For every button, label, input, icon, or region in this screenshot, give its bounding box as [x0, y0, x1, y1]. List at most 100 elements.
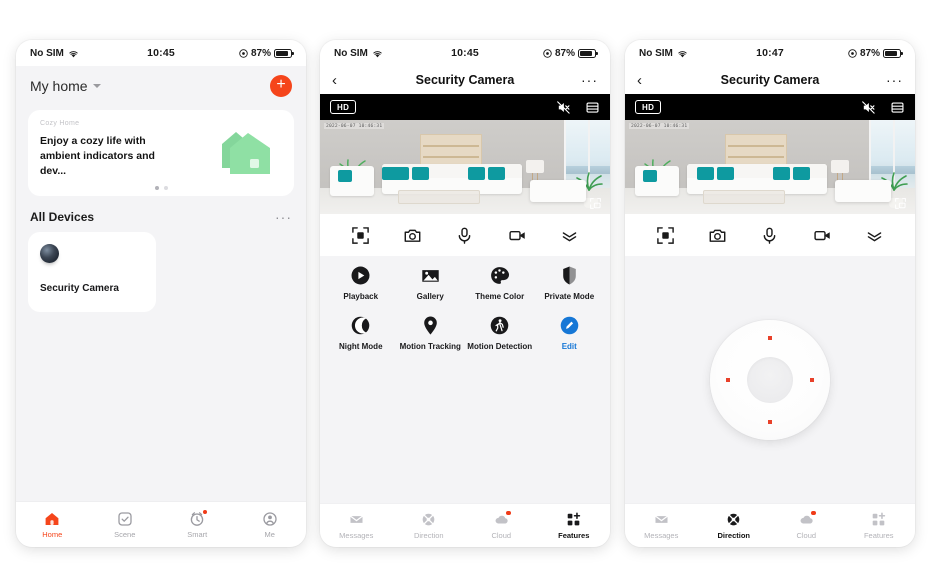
status-time: 10:47: [756, 47, 784, 59]
feature-gallery[interactable]: Gallery: [396, 264, 466, 302]
tab-smart[interactable]: Smart: [161, 502, 234, 547]
location-icon: [239, 48, 248, 58]
feature-private-mode[interactable]: Private Mode: [535, 264, 605, 302]
home-selector[interactable]: My home: [30, 78, 101, 94]
carousel-dot-active[interactable]: [154, 186, 159, 190]
microphone-icon[interactable]: [455, 226, 474, 245]
tab-cloud[interactable]: Cloud: [465, 504, 538, 547]
split-layout-icon[interactable]: [585, 100, 600, 115]
tab-messages[interactable]: Messages: [625, 504, 698, 547]
status-bar: No SIM 10:45 87%: [320, 40, 610, 66]
feature-label: Edit: [561, 342, 577, 352]
tab-features[interactable]: Features: [538, 504, 611, 547]
smart-icon: [189, 509, 208, 527]
pan-right-button[interactable]: [810, 377, 814, 382]
tab-messages[interactable]: Messages: [320, 504, 393, 547]
wifi-icon: [69, 50, 78, 57]
camera-tab-bar: Messages Direction Cloud Features: [625, 503, 915, 547]
scene-ottoman: [530, 180, 586, 202]
quality-badge[interactable]: HD: [330, 100, 357, 114]
feature-edit[interactable]: Edit: [535, 314, 605, 352]
record-video-icon[interactable]: [813, 226, 832, 245]
picture-in-picture-icon[interactable]: [589, 197, 602, 210]
scene-icon: [117, 511, 133, 527]
video-player[interactable]: HD 2022-06-07 10:46:31: [320, 94, 610, 214]
split-layout-icon[interactable]: [890, 100, 905, 115]
collapse-chevron-icon[interactable]: [865, 226, 884, 245]
play-circle-icon: [350, 264, 372, 286]
quality-badge[interactable]: HD: [635, 100, 662, 114]
tab-home[interactable]: Home: [16, 502, 89, 547]
feature-motion-detection[interactable]: Motion Detection: [465, 314, 535, 352]
wifi-icon: [678, 50, 687, 57]
direction-icon: [421, 512, 436, 527]
microphone-icon[interactable]: [760, 226, 779, 245]
status-left: No SIM: [334, 48, 420, 59]
battery-icon: [273, 48, 294, 58]
pencil-edit-icon: [558, 314, 580, 336]
tab-me[interactable]: Me: [234, 502, 307, 547]
camera-nav-bar: ‹ Security Camera ···: [320, 66, 610, 94]
speaker-muted-icon[interactable]: [861, 100, 876, 115]
camera-live-scene: 2022-06-07 10:46:31: [320, 120, 610, 214]
grid-icon: [566, 512, 581, 527]
more-options-button[interactable]: ···: [578, 72, 598, 87]
grid-icon: [871, 512, 886, 527]
pan-left-button[interactable]: [726, 377, 730, 382]
walking-person-icon: [489, 314, 511, 336]
device-card-security-camera[interactable]: Security Camera: [28, 232, 156, 312]
features-panel: Playback Gallery Theme Color Private Mod…: [320, 256, 610, 503]
tab-direction[interactable]: Direction: [393, 504, 466, 547]
tab-cloud[interactable]: Cloud: [770, 504, 843, 547]
tab-label: Cloud: [796, 530, 817, 540]
tab-scene[interactable]: Scene: [89, 502, 162, 547]
home-tab-bar: Home Scene Smart Me: [16, 501, 306, 547]
screenshot-stage: No SIM 10:45 87% My home + Cozy Home Enj…: [0, 0, 930, 587]
picture-in-picture-icon[interactable]: [894, 197, 907, 210]
carousel-dot[interactable]: [163, 186, 168, 190]
promo-banner-card[interactable]: Cozy Home Enjoy a cozy life with ambient…: [28, 110, 294, 196]
screenshot-camera-icon[interactable]: [403, 226, 422, 245]
feature-label: Private Mode: [544, 292, 595, 301]
pan-down-button[interactable]: [768, 419, 772, 424]
more-options-button[interactable]: ···: [883, 72, 903, 87]
record-video-icon[interactable]: [508, 226, 527, 245]
tab-features[interactable]: Features: [843, 504, 916, 547]
collapse-chevron-icon[interactable]: [560, 226, 579, 245]
tab-label: Smart: [187, 529, 208, 539]
back-button[interactable]: ‹: [637, 72, 657, 89]
section-more-button[interactable]: ···: [275, 209, 292, 224]
feature-playback[interactable]: Playback: [326, 264, 396, 302]
tab-label: Cloud: [491, 530, 512, 540]
pan-up-button[interactable]: [768, 335, 772, 340]
section-title: All Devices: [30, 210, 95, 224]
status-right: 87%: [510, 48, 598, 59]
status-left: No SIM: [639, 48, 725, 59]
direction-pad-center[interactable]: [747, 356, 793, 403]
speaker-muted-icon[interactable]: [556, 100, 571, 115]
camera-lens-icon: [40, 244, 59, 263]
screenshot-camera-icon[interactable]: [708, 226, 727, 245]
add-device-button[interactable]: +: [270, 75, 292, 97]
feature-theme-color[interactable]: Theme Color: [465, 264, 535, 302]
tab-label: Me: [264, 529, 275, 539]
video-top-actions: [556, 100, 600, 115]
feature-motion-tracking[interactable]: Motion Tracking: [396, 314, 466, 352]
tab-label: Features: [558, 530, 590, 540]
tab-direction[interactable]: Direction: [698, 504, 771, 547]
palette-icon: [489, 264, 511, 286]
envelope-icon: [654, 512, 669, 527]
fullscreen-icon[interactable]: [351, 226, 370, 245]
back-button[interactable]: ‹: [332, 72, 352, 89]
direction-pad[interactable]: [710, 319, 830, 440]
device-name-label: Security Camera: [40, 283, 119, 294]
status-time: 10:45: [147, 47, 175, 59]
fullscreen-icon[interactable]: [656, 226, 675, 245]
video-player[interactable]: HD 2022-06-07 10:46:31: [625, 94, 915, 214]
feature-night-mode[interactable]: Night Mode: [326, 314, 396, 352]
feature-label: Motion Tracking: [399, 342, 461, 352]
banner-headline: Enjoy a cozy life with ambient indicator…: [40, 135, 155, 178]
tab-label: Features: [863, 530, 894, 540]
scene-ottoman: [835, 180, 891, 202]
tab-label: Messages: [339, 530, 374, 540]
